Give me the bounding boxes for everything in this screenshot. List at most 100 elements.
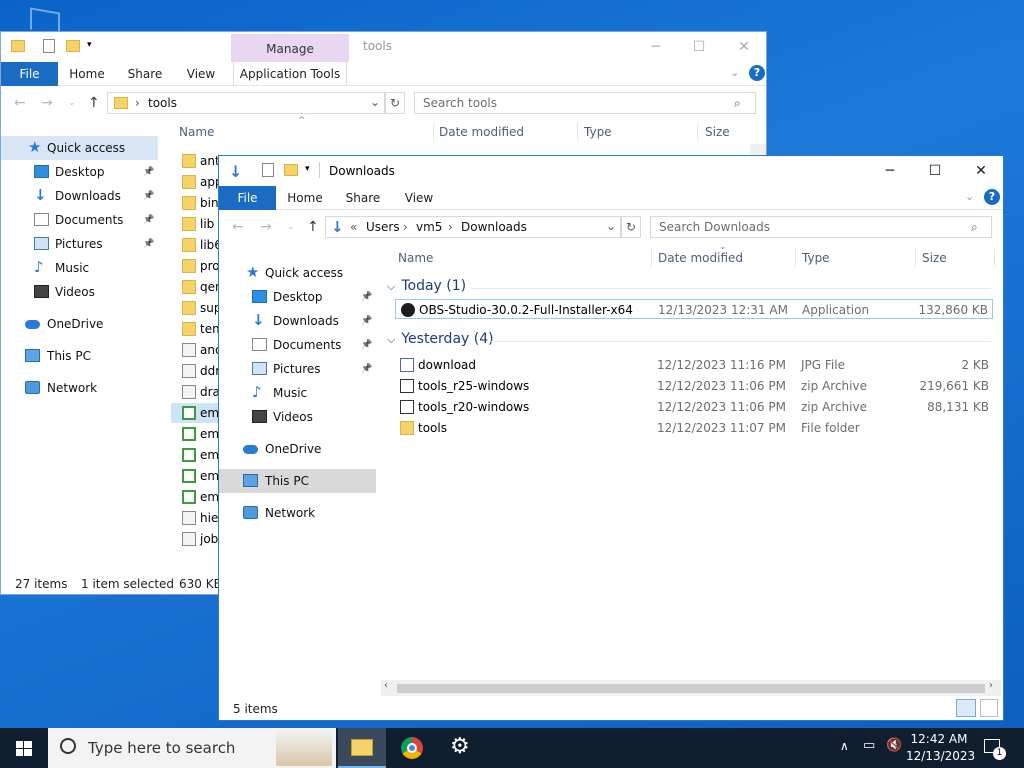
qat-dropdown-icon[interactable]: ▾ [305,164,310,174]
pin-icon[interactable]: 📌 [361,334,372,356]
address-bar[interactable]: ↓ « Users › vm5 › Downloads ⌄ [325,216,621,238]
group-header[interactable]: ⌵ Yesterday (4) [387,331,991,347]
expand-ribbon-icon[interactable]: ⌄ [965,190,974,203]
list-item[interactable]: emu [171,424,227,444]
downloads-titlebar[interactable]: ↓ ▾ Downloads ─ ☐ ✕ [219,156,1003,186]
list-item[interactable]: and [171,340,223,360]
help-icon[interactable]: ? [984,189,1000,205]
properties-icon[interactable] [43,39,55,53]
col-date-modified[interactable]: Date modified [439,120,524,144]
maximize-button[interactable]: ☐ [676,32,722,62]
list-item[interactable]: ant [171,151,220,171]
list-item[interactable]: emu [171,445,227,465]
sidebar-item-this-pc[interactable]: This PC [1,345,158,367]
sidebar-item-network[interactable]: Network [1,377,158,399]
list-item[interactable]: pro [171,256,220,276]
breadcrumb-vm5[interactable]: vm5 [416,220,442,234]
list-item[interactable]: emu [171,466,227,486]
clock[interactable]: 12:42 AM 12/13/2023 [906,731,975,765]
up-icon[interactable]: ↑ [88,95,100,111]
col-date-modified[interactable]: Date modified [658,246,743,270]
sidebar-item-documents[interactable]: Documents 📌 [219,334,376,356]
table-row[interactable]: download 12/12/2023 11:16 PM JPG File 2 KB [395,355,993,375]
tab-view[interactable]: View [177,62,225,86]
list-item[interactable]: emu [171,487,227,507]
list-item[interactable]: tem [171,319,224,339]
sidebar-item-pictures[interactable]: Pictures 📌 [1,233,158,255]
new-folder-icon[interactable] [66,40,80,52]
tab-view[interactable]: View [395,186,443,210]
sidebar-item-videos[interactable]: Videos [1,281,158,303]
table-row[interactable]: tools_r20-windows 12/12/2023 11:06 PM zip … [395,397,993,417]
sidebar-item-onedrive[interactable]: OneDrive [1,313,158,335]
sidebar-item-network[interactable]: Network [219,502,376,524]
table-row[interactable]: tools_r25-windows 12/12/2023 11:06 PM zip … [395,376,993,396]
list-item[interactable]: bin [171,193,219,213]
large-icons-view-icon[interactable] [980,699,998,717]
sidebar-item-pictures[interactable]: Pictures 📌 [219,358,376,380]
breadcrumb-downloads[interactable]: Downloads [461,220,527,234]
back-icon[interactable]: ← [232,219,244,235]
minimize-button[interactable]: ─ [633,32,679,62]
taskbar-settings[interactable]: ⚙ [436,728,484,768]
expand-ribbon-icon[interactable]: ⌄ [730,66,739,79]
start-button[interactable] [0,728,48,768]
tab-file[interactable]: File [1,62,58,86]
scrollbar-thumb[interactable] [397,684,985,693]
forward-icon[interactable]: → [260,219,272,235]
downloads-window[interactable]: ↓ ▾ Downloads ─ ☐ ✕ File Home Share View… [218,155,1004,721]
pin-icon[interactable]: 📌 [143,161,154,183]
sidebar-item-documents[interactable]: Documents 📌 [1,209,158,231]
close-button[interactable]: ✕ [721,32,767,62]
col-size[interactable]: Size [705,120,730,144]
horizontal-scrollbar[interactable]: ‹ › [381,680,1001,696]
address-dropdown-icon[interactable]: ⌄ [606,219,616,233]
manage-tab[interactable]: Manage [231,34,349,62]
sidebar-item-downloads[interactable]: ↓ Downloads 📌 [1,185,158,207]
minimize-button[interactable]: ─ [867,156,913,186]
tab-share[interactable]: Share [121,62,169,86]
sidebar-item-onedrive[interactable]: OneDrive [219,438,376,460]
sidebar-item-quick-access[interactable]: ★ Quick access [1,137,158,159]
taskbar-chrome[interactable] [388,728,436,768]
table-row[interactable]: OBS-Studio-30.0.2-Full-Installer-x64 12/1… [395,299,993,319]
list-item[interactable]: lib [171,214,219,234]
pin-icon[interactable]: 📌 [361,310,372,332]
col-name[interactable]: Name [179,120,214,144]
help-icon[interactable]: ? [749,65,765,81]
close-button[interactable]: ✕ [958,156,1004,186]
sidebar-item-desktop[interactable]: Desktop 📌 [219,286,376,308]
tab-application-tools[interactable]: Application Tools [233,62,347,86]
taskbar-file-explorer[interactable] [338,728,386,768]
tab-home[interactable]: Home [281,186,329,210]
list-item[interactable]: sup [171,298,221,318]
breadcrumb-users[interactable]: Users [366,220,400,234]
list-item[interactable]: app [171,172,223,192]
pin-icon[interactable]: 📌 [143,233,154,255]
sidebar-item-quick-access[interactable]: ★ Quick access [219,262,376,284]
address-bar[interactable]: › tools ⌄ [107,92,385,114]
sidebar-item-this-pc[interactable]: This PC [219,470,376,492]
volume-muted-icon[interactable]: 🔇 [886,738,902,753]
pin-icon[interactable]: 📌 [361,286,372,308]
tab-file[interactable]: File [219,186,276,210]
scroll-left-icon[interactable]: ‹ [384,680,388,691]
pin-icon[interactable]: 📌 [143,185,154,207]
col-name[interactable]: Name [398,246,433,270]
list-item[interactable]: qen [171,277,223,297]
tools-titlebar[interactable]: ▾ Manage tools ─ ☐ ✕ [1,32,766,62]
sidebar-item-music[interactable]: ♪ Music [1,257,158,279]
show-hidden-icons-icon[interactable]: ∧ [840,739,849,753]
scroll-right-icon[interactable]: › [989,680,993,691]
search-input[interactable]: Search Downloads [650,216,992,238]
list-item[interactable]: jobl [171,529,222,549]
breadcrumb-tools[interactable]: tools [148,96,177,110]
pin-icon[interactable]: 📌 [361,358,372,380]
group-header[interactable]: ⌵ Today (1) [387,278,991,294]
forward-icon[interactable]: → [41,95,53,111]
list-item[interactable]: hier [171,508,223,528]
col-type[interactable]: Type [584,120,612,144]
sidebar-item-videos[interactable]: Videos [219,406,376,428]
refresh-icon[interactable]: ↻ [621,216,641,238]
breadcrumb-overflow[interactable]: « [350,220,357,234]
